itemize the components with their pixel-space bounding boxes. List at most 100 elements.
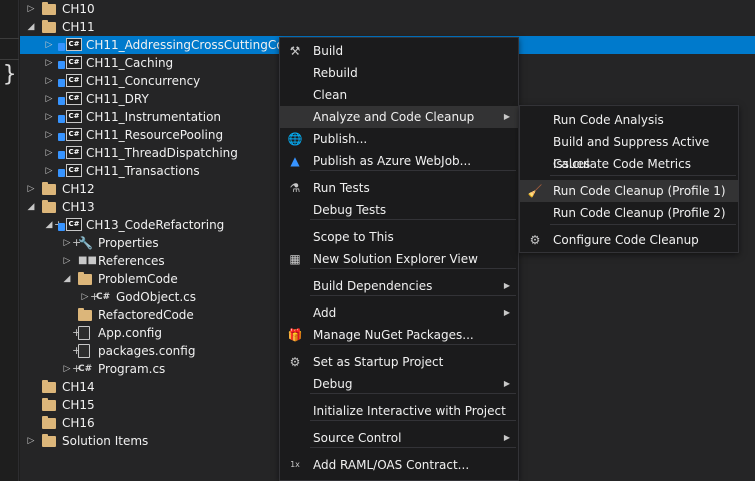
menu-item-scope-to-this[interactable]: Scope to This bbox=[280, 226, 518, 248]
menu-item-publish-as-azure-webjob[interactable]: ▲ Publish as Azure WebJob... bbox=[280, 150, 518, 172]
expand-arrow-icon[interactable]: ▷ bbox=[62, 360, 72, 378]
folder-icon bbox=[42, 380, 56, 393]
tree-item-ch15[interactable]: CH15 bbox=[20, 396, 280, 414]
expand-arrow-icon[interactable]: ▷ bbox=[26, 180, 36, 198]
tree-item-ch11-resourcepooling[interactable]: ▷ C# CH11_ResourcePooling bbox=[20, 126, 280, 144]
menu-item-label: Publish as Azure WebJob... bbox=[313, 154, 472, 168]
tree-item-problemcode[interactable]: ◢ ProblemCode bbox=[20, 270, 280, 288]
collapse-arrow-icon[interactable]: ◢ bbox=[26, 198, 36, 216]
tree-item-label: ProblemCode bbox=[98, 272, 178, 286]
tree-item-ch12[interactable]: ▷ CH12 bbox=[20, 180, 280, 198]
menu-item-build-dependencies[interactable]: Build Dependencies ▶ bbox=[280, 275, 518, 297]
expand-arrow-icon[interactable]: ▷ bbox=[44, 126, 54, 144]
tree-item-ch11-concurrency[interactable]: ▷ C# CH11_Concurrency bbox=[20, 72, 280, 90]
menu-item-set-as-startup-project[interactable]: ⚙ Set as Startup Project bbox=[280, 351, 518, 373]
collapse-arrow-icon[interactable]: ◢ bbox=[62, 270, 72, 288]
menu-item-add-raml-oas-contract[interactable]: 1x Add RAML/OAS Contract... bbox=[280, 454, 518, 476]
tree-item-label: RefactoredCode bbox=[98, 308, 194, 322]
collapse-arrow-icon[interactable]: ◢ bbox=[26, 18, 36, 36]
expand-arrow-icon[interactable]: ▷ bbox=[26, 0, 36, 18]
tree-item-ch10[interactable]: ▷ CH10 bbox=[20, 0, 280, 18]
tree-item-ch14[interactable]: CH14 bbox=[20, 378, 280, 396]
explorer-view-icon: ▦ bbox=[289, 252, 301, 266]
tree-item-label: Properties bbox=[98, 236, 159, 250]
menu-item-add[interactable]: Add ▶ bbox=[280, 302, 518, 324]
expand-arrow-icon[interactable]: ▷ bbox=[44, 72, 54, 90]
tree-item-app-config[interactable]: + App.config bbox=[20, 324, 280, 342]
menu-item-rebuild[interactable]: Rebuild bbox=[280, 62, 518, 84]
lock-icon bbox=[58, 133, 65, 141]
build-icon: ⚒ bbox=[289, 44, 301, 58]
menu-item-label: Add bbox=[313, 306, 337, 320]
tree-item-packages-config[interactable]: + packages.config bbox=[20, 342, 280, 360]
menu-item-build[interactable]: ⚒ Build bbox=[280, 40, 518, 62]
tree-item-ch16[interactable]: CH16 bbox=[20, 414, 280, 432]
menu-item-publish[interactable]: 🌐 Publish... bbox=[280, 128, 518, 150]
tree-item-ch11-dry[interactable]: ▷ C# CH11_DRY bbox=[20, 90, 280, 108]
csharp-file-icon: C# bbox=[96, 292, 111, 302]
tree-item-ch11-threaddispatching[interactable]: ▷ C# CH11_ThreadDispatching bbox=[20, 144, 280, 162]
tree-item-ch13[interactable]: ◢ CH13 bbox=[20, 198, 280, 216]
menu-item-run-code-cleanup-profile-1[interactable]: 🧹 Run Code Cleanup (Profile 1) bbox=[520, 180, 738, 202]
folder-icon bbox=[42, 434, 56, 447]
context-menu[interactable]: ⚒ Build Rebuild Clean Analyze and Code Clean… bbox=[279, 37, 519, 481]
expand-arrow-icon[interactable]: ▷ bbox=[80, 288, 90, 306]
config-file-icon bbox=[78, 326, 90, 340]
tree-item-label: CH11_ThreadDispatching bbox=[86, 146, 238, 160]
menu-item-debug-tests[interactable]: Debug Tests bbox=[280, 199, 518, 221]
collapse-arrow-icon[interactable]: ◢ bbox=[44, 216, 54, 234]
menu-item-label: Run Code Cleanup (Profile 2) bbox=[553, 206, 726, 220]
expand-arrow-icon[interactable]: ▷ bbox=[44, 36, 54, 54]
analyze-submenu[interactable]: Run Code Analysis Build and Suppress Acti… bbox=[519, 105, 739, 253]
tree-item-solution-items[interactable]: ▷ Solution Items bbox=[20, 432, 280, 450]
menu-item-run-tests[interactable]: ⚗ Run Tests bbox=[280, 177, 518, 199]
tree-item-label: CH11 bbox=[62, 20, 95, 34]
menu-item-manage-nuget-packages[interactable]: 🎁 Manage NuGet Packages... bbox=[280, 324, 518, 346]
lock-icon bbox=[58, 115, 65, 123]
menu-item-run-code-cleanup-profile-2[interactable]: Run Code Cleanup (Profile 2) bbox=[520, 202, 738, 224]
expand-arrow-icon[interactable]: ▷ bbox=[44, 162, 54, 180]
menu-item-clean[interactable]: Clean bbox=[280, 84, 518, 106]
tree-item-references[interactable]: ▷ ■■ References bbox=[20, 252, 280, 270]
tree-item-ch13-coderefactoring[interactable]: ◢+C#CH13_CodeRefactoring bbox=[20, 216, 280, 234]
menu-item-label: Run Code Analysis bbox=[553, 113, 664, 127]
folder-icon bbox=[42, 416, 56, 429]
tree-item-ch11-instrumentation[interactable]: ▷ C# CH11_Instrumentation bbox=[20, 108, 280, 126]
submenu-arrow-icon: ▶ bbox=[503, 112, 510, 121]
expand-arrow-icon[interactable]: ▷ bbox=[44, 54, 54, 72]
tree-item-properties[interactable]: ▷ + 🔧 Properties bbox=[20, 234, 280, 252]
tree-item-label: Program.cs bbox=[98, 362, 166, 376]
menu-item-label: Run Code Cleanup (Profile 1) bbox=[553, 184, 726, 198]
submenu-arrow-icon: ▶ bbox=[503, 308, 510, 317]
tree-item-refactoredcode[interactable]: RefactoredCode bbox=[20, 306, 280, 324]
config-file-icon bbox=[78, 344, 90, 358]
tree-item-godobject-cs[interactable]: ▷ + C# GodObject.cs bbox=[20, 288, 280, 306]
expand-arrow-icon[interactable]: ▷ bbox=[44, 144, 54, 162]
expand-arrow-icon[interactable]: ▷ bbox=[62, 252, 72, 270]
menu-item-label: Calculate Code Metrics bbox=[553, 157, 691, 171]
menu-item-new-solution-explorer-view[interactable]: ▦ New Solution Explorer View bbox=[280, 248, 518, 270]
menu-separator bbox=[550, 224, 736, 225]
tree-item-program-cs[interactable]: ▷ + C# Program.cs bbox=[20, 360, 280, 378]
expand-arrow-icon[interactable]: ▷ bbox=[44, 108, 54, 126]
menu-item-analyze-and-code-cleanup[interactable]: Analyze and Code Cleanup ▶ bbox=[280, 106, 518, 128]
expand-arrow-icon[interactable]: ▷ bbox=[26, 432, 36, 450]
tree-item-label: CH11_Transactions bbox=[86, 164, 200, 178]
menu-item-build-and-suppress-active-issues[interactable]: Build and Suppress Active Issues bbox=[520, 131, 738, 171]
expand-arrow-icon[interactable]: ▷ bbox=[44, 90, 54, 108]
tree-item-label: References bbox=[98, 254, 165, 268]
tree-item-ch11[interactable]: ◢ CH11 bbox=[20, 18, 280, 36]
menu-item-source-control[interactable]: Source Control ▶ bbox=[280, 427, 518, 449]
tree-item-ch11-transactions[interactable]: ▷ C# CH11_Transactions bbox=[20, 162, 280, 180]
tree-item-label: CH14 bbox=[62, 380, 95, 394]
expand-arrow-icon[interactable]: ▷ bbox=[62, 234, 72, 252]
menu-item-configure-code-cleanup[interactable]: ⚙ Configure Code Cleanup bbox=[520, 229, 738, 251]
tree-item-ch11-caching[interactable]: ▷ C# CH11_Caching bbox=[20, 54, 280, 72]
menu-item-run-code-analysis[interactable]: Run Code Analysis bbox=[520, 109, 738, 131]
menu-item-debug[interactable]: Debug ▶ bbox=[280, 373, 518, 395]
menu-item-calculate-code-metrics[interactable]: Calculate Code Metrics bbox=[520, 153, 738, 175]
lock-icon bbox=[58, 223, 65, 231]
menu-item-initialize-interactive-with-project[interactable]: Initialize Interactive with Project bbox=[280, 400, 518, 422]
tree-item-label: CH13 bbox=[62, 200, 95, 214]
menu-item-label: Initialize Interactive with Project bbox=[313, 404, 506, 418]
